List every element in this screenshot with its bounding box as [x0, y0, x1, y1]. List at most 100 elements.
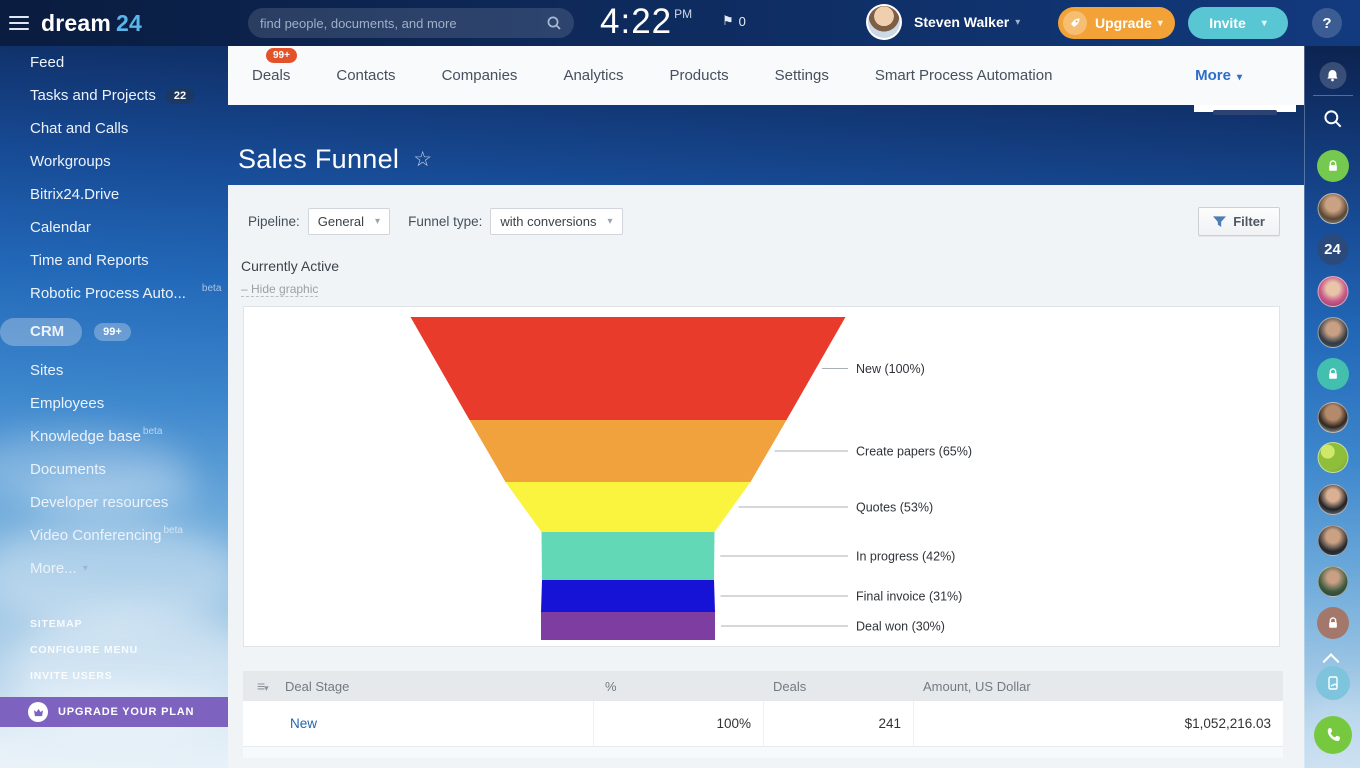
avatar[interactable] — [1317, 566, 1348, 597]
clock-time: 4:22 — [600, 2, 672, 42]
tasks-count-badge: 22 — [166, 88, 194, 104]
group-photo-icon[interactable] — [1317, 442, 1348, 473]
brand-suffix: 24 — [116, 10, 142, 36]
menu-hamburger-icon[interactable] — [9, 16, 29, 30]
funnel-stage-label: Deal won (30%) — [856, 620, 945, 634]
avatar[interactable] — [1317, 484, 1348, 515]
chevron-down-icon: ▾ — [83, 563, 88, 574]
crown-icon — [28, 702, 48, 722]
page-header: Sales Funnel ☆ — [238, 139, 1304, 179]
global-search[interactable] — [248, 8, 574, 38]
help-button[interactable]: ? — [1312, 8, 1342, 38]
funnel-stage-label: New (100%) — [856, 362, 925, 376]
tab-more[interactable]: More▾ — [1195, 67, 1242, 84]
secure-lock-brown-icon[interactable] — [1317, 607, 1349, 639]
search-icon[interactable] — [546, 15, 562, 31]
main-area: 99+ Deals Contacts Companies Analytics P… — [228, 46, 1304, 768]
favorite-star-icon[interactable]: ☆ — [413, 147, 432, 172]
tab-products[interactable]: Products — [669, 67, 728, 84]
table-row: New 100% 241 $1,052,216.03 — [243, 701, 1283, 747]
notifications-bell-icon[interactable] — [1319, 62, 1346, 89]
chevron-down-icon: ▾ — [375, 216, 380, 227]
funnel-segment-new[interactable] — [411, 317, 846, 420]
rail-search-icon[interactable] — [1322, 108, 1344, 135]
sidebar-item-chat[interactable]: Chat and Calls — [0, 112, 228, 145]
sidebar-item-more[interactable]: More...▾ — [0, 552, 228, 585]
notifications-flag[interactable]: ⚑ 0 — [722, 13, 746, 29]
tab-analytics[interactable]: Analytics — [563, 67, 623, 84]
table-settings-icon[interactable]: ≡▾ — [243, 678, 285, 694]
sidebar-item-documents[interactable]: Documents — [0, 453, 228, 486]
sidebar-item-drive[interactable]: Bitrix24.Drive — [0, 178, 228, 211]
collapse-chevron-icon[interactable] — [1325, 650, 1341, 658]
funnel-segment-create-papers[interactable] — [470, 420, 787, 482]
funnel-segment-final-invoice[interactable] — [541, 580, 715, 612]
sidebar-item-crm[interactable]: CRM99+ — [0, 310, 228, 354]
funnel-segment-in-progress[interactable] — [542, 532, 715, 580]
chevron-down-icon: ▾ — [607, 216, 612, 227]
tab-settings[interactable]: Settings — [775, 67, 829, 84]
avatar[interactable] — [1317, 193, 1348, 224]
sidebar-item-time-reports[interactable]: Time and Reports — [0, 244, 228, 277]
brand-logo[interactable]: dream24 — [41, 10, 142, 37]
sidebar-item-sites[interactable]: Sites — [0, 354, 228, 387]
sitemap-link[interactable]: SITEMAP — [0, 611, 228, 637]
invite-users-link[interactable]: INVITE USERS — [0, 663, 228, 689]
working-time-clock[interactable]: 4:22 PM — [600, 2, 692, 42]
upgrade-plan-bar[interactable]: UPGRADE YOUR PLAN — [0, 697, 228, 727]
secure-lock-teal-icon[interactable] — [1317, 358, 1349, 390]
top-bar: dream24 4:22 PM ⚑ 0 Steven Walker ▾ Upgr… — [0, 0, 1360, 46]
sidebar-item-rpa[interactable]: Robotic Process Auto...beta — [0, 277, 228, 310]
avatar[interactable] — [1317, 402, 1348, 433]
tab-contacts[interactable]: Contacts — [336, 67, 395, 84]
funnel-segment-quotes[interactable] — [506, 482, 751, 532]
crm-count-badge: 99+ — [94, 323, 131, 341]
sidebar-item-workgroups[interactable]: Workgroups — [0, 145, 228, 178]
funnel-type-select[interactable]: with conversions ▾ — [490, 208, 622, 235]
tab-smart-process-automation[interactable]: Smart Process Automation — [875, 67, 1053, 84]
stage-link[interactable]: New — [290, 716, 317, 731]
funnel-status-title: Currently Active — [241, 258, 1304, 274]
rocket-icon — [1063, 11, 1087, 35]
search-input[interactable] — [260, 16, 546, 31]
filter-button[interactable]: Filter — [1198, 207, 1280, 236]
sidebar-item-developer-resources[interactable]: Developer resources — [0, 486, 228, 519]
invite-button[interactable]: Invite ▾ — [1188, 7, 1288, 39]
sidebar-item-knowledge-base[interactable]: Knowledge basebeta — [0, 420, 228, 453]
funnel-segment-deal-won[interactable] — [541, 612, 715, 640]
funnel-svg: New (100%)Create papers (65%)Quotes (53%… — [244, 307, 1279, 646]
page-title: Sales Funnel — [238, 144, 399, 175]
hide-graphic-link[interactable]: – Hide graphic — [241, 282, 318, 297]
avatar[interactable] — [1317, 525, 1348, 556]
content-panel: Pipeline: General ▾ Funnel type: with co… — [228, 185, 1304, 768]
left-sidebar: Feed Tasks and Projects22 Chat and Calls… — [0, 46, 228, 768]
col-deal-stage: Deal Stage — [285, 679, 593, 694]
pipeline-select[interactable]: General ▾ — [308, 208, 390, 235]
avatar[interactable] — [1317, 276, 1348, 307]
tab-deals[interactable]: 99+ Deals — [252, 67, 290, 84]
portal-24-badge[interactable]: 24 — [1317, 234, 1348, 265]
filter-row: Pipeline: General ▾ Funnel type: with co… — [228, 185, 1304, 236]
sidebar-item-tasks[interactable]: Tasks and Projects22 — [0, 79, 228, 112]
tab-companies[interactable]: Companies — [442, 67, 518, 84]
configure-menu-link[interactable]: CONFIGURE MENU — [0, 637, 228, 663]
sidebar-footer: SITEMAP CONFIGURE MENU INVITE USERS UPGR… — [0, 611, 228, 727]
pipeline-label: Pipeline: — [248, 214, 300, 229]
col-amount: Amount, US Dollar — [913, 679, 1283, 694]
sidebar-item-video-conferencing[interactable]: Video Conferencingbeta — [0, 519, 228, 552]
sidebar-item-feed[interactable]: Feed — [0, 46, 228, 79]
secure-lock-green-icon[interactable] — [1317, 150, 1349, 182]
upgrade-button[interactable]: Upgrade ▾ — [1058, 7, 1175, 39]
chevron-down-icon: ▾ — [1158, 18, 1163, 29]
voice-call-icon[interactable] — [1314, 716, 1352, 754]
table-row-partial — [243, 747, 1283, 758]
rail-divider — [1313, 95, 1353, 96]
sidebar-item-calendar[interactable]: Calendar — [0, 211, 228, 244]
brand-name: dream — [41, 10, 111, 36]
row-amount: $1,052,216.03 — [913, 701, 1283, 746]
sidebar-item-employees[interactable]: Employees — [0, 387, 228, 420]
device-sync-icon[interactable] — [1316, 666, 1350, 700]
avatar[interactable] — [1317, 317, 1348, 348]
deal-stage-table: ≡▾ Deal Stage % Deals Amount, US Dollar … — [243, 671, 1283, 758]
user-menu[interactable]: Steven Walker ▾ — [866, 4, 1020, 40]
